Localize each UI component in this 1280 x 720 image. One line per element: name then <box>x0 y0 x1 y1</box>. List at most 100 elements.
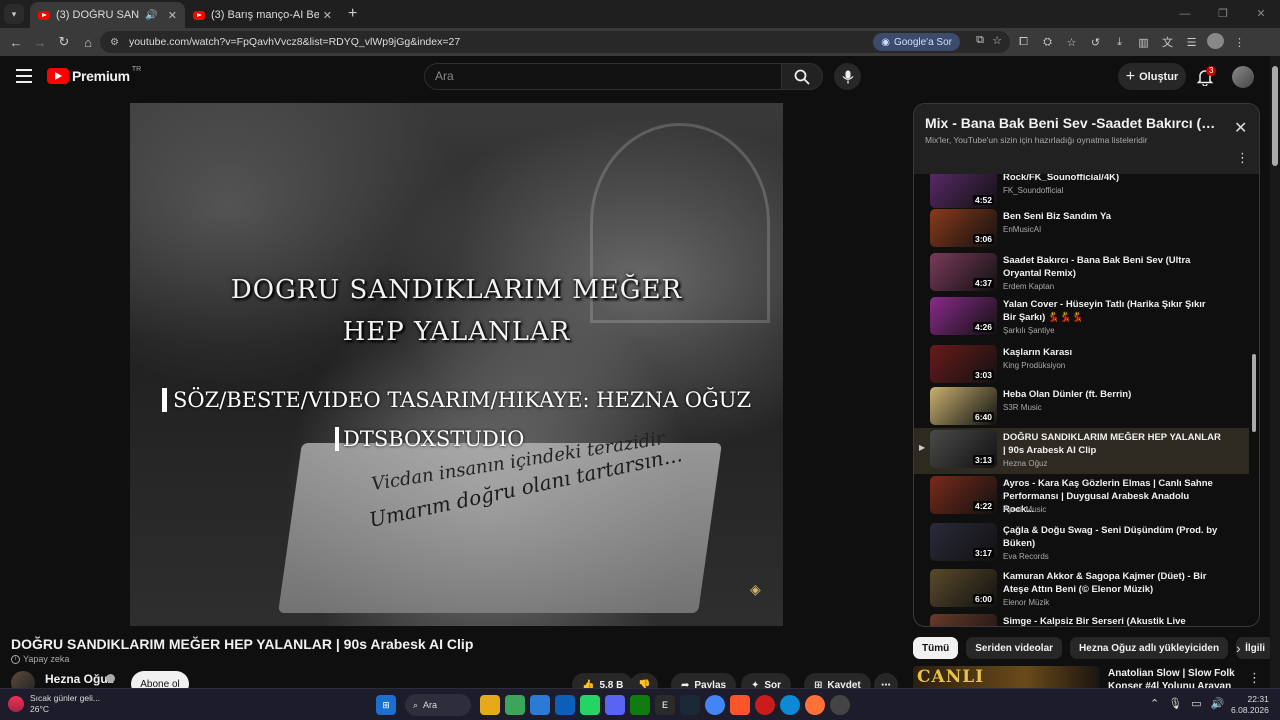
store-icon[interactable] <box>530 695 550 715</box>
epic-games-icon[interactable]: E <box>655 695 675 715</box>
forward-icon[interactable]: → <box>28 35 52 50</box>
outlook-icon[interactable] <box>555 695 575 715</box>
chip-series[interactable]: Seriden videolar <box>966 637 1063 659</box>
close-tab-icon[interactable]: ✕ <box>168 9 177 22</box>
window-controls: — ❐ ✕ <box>1166 0 1280 28</box>
network-icon[interactable]: ▭ <box>1191 697 1201 710</box>
search-input[interactable] <box>435 69 755 83</box>
new-tab-icon[interactable]: + <box>348 5 357 23</box>
ai-label[interactable]: i Yapay zeka <box>11 654 69 664</box>
playlist-item-title: Çağla & Doğu Swag - Seni Düşündüm (Prod.… <box>1003 525 1218 549</box>
playlist-item[interactable]: 4:22 Ayros - Kara Kaş Gözlerin Elmas | Ca… <box>914 474 1249 518</box>
trash-icon[interactable]: ▥ <box>1135 36 1152 49</box>
voice-search-button[interactable] <box>834 63 861 90</box>
duration-badge: 3:17 <box>972 548 994 558</box>
history-icon[interactable]: ↺ <box>1087 36 1104 49</box>
settings-icon[interactable] <box>830 695 850 715</box>
playlist-item[interactable]: 3:06 Ben Seni Biz Sandım Ya EnMusicAI <box>914 207 1249 251</box>
clock-time: 22:31 <box>1247 694 1269 704</box>
chrome-icon[interactable] <box>705 695 725 715</box>
close-window-icon[interactable]: ✕ <box>1242 0 1280 28</box>
brave-icon[interactable] <box>730 695 750 715</box>
restore-icon[interactable]: ❐ <box>1204 0 1242 28</box>
chip-all[interactable]: Tümü <box>913 637 959 659</box>
playlist-item[interactable]: 6:00 Kamuran Akkor & Sagopa Kajmer (Düet)… <box>914 567 1249 611</box>
playlist-item[interactable]: ▶ 3:13 DOĞRU SANDIKLARIM MEĞER HEP YALANLA… <box>914 428 1249 474</box>
back-icon[interactable]: ← <box>4 35 28 50</box>
widgets-icon[interactable] <box>505 695 525 715</box>
plus-icon: + <box>1125 67 1136 85</box>
playlist-item-channel: EnMusicAI <box>1003 225 1042 234</box>
account-avatar[interactable] <box>1232 66 1254 88</box>
duration-badge: 3:13 <box>972 455 994 465</box>
taskbar-search[interactable]: ⌕ Ara <box>405 694 471 716</box>
reload-icon[interactable]: ↻ <box>52 34 76 50</box>
windows-taskbar: Sıcak günler geli... 26°C ⊞ ⌕ Ara E ⌃ 🎙 ▭… <box>0 688 1280 720</box>
browser-tab-active[interactable]: (3) DOĞRU SANDIKLARIM M 🔊 ✕ <box>30 2 185 28</box>
opera-icon[interactable] <box>755 695 775 715</box>
close-tab-icon[interactable]: ✕ <box>323 9 332 22</box>
weather-widget[interactable]: Sıcak günler geli... 26°C <box>8 693 100 715</box>
create-label: Oluştur <box>1139 70 1179 83</box>
playlist-item[interactable]: 3:03 Kaşların Karası King Prodüksiyon <box>914 343 1249 387</box>
taskbar-clock[interactable]: 22:31 6.08.2026 <box>1231 694 1269 716</box>
firefox-icon[interactable] <box>805 695 825 715</box>
playlist-item-channel: Hezna Oğuz <box>1003 459 1048 468</box>
extensions-icon[interactable]: ⧠ <box>1015 36 1032 49</box>
page-scrollbar[interactable] <box>1270 56 1280 688</box>
chip-uploader[interactable]: Hezna Oğuz adlı yükleyiciden <box>1070 637 1229 659</box>
windows-start-icon[interactable]: ⊞ <box>376 695 396 715</box>
playlist-item-channel: Erdem Kaptan <box>1003 282 1055 291</box>
search-button[interactable] <box>781 63 823 90</box>
playlist-item[interactable]: 6:40 Heba Olan Dünler (ft. Berrin) S3R Mus… <box>914 385 1249 429</box>
translate-icon[interactable]: 文 <box>1159 34 1176 50</box>
edge-icon[interactable] <box>780 695 800 715</box>
speaker-icon[interactable]: 🔊 <box>145 10 157 21</box>
playlist-item[interactable]: 4:37 Saadet Bakırcı - Bana Bak Beni Sev (… <box>914 251 1249 295</box>
close-icon[interactable]: ✕ <box>1234 118 1247 138</box>
clock-date: 6.08.2026 <box>1231 705 1269 715</box>
channel-name[interactable]: Hezna Oğuz <box>45 672 114 686</box>
volume-icon[interactable]: 🔊 <box>1211 697 1225 710</box>
profile-avatar[interactable] <box>1207 32 1224 52</box>
playlist-item-title: Kaşların Karası <box>1003 347 1073 358</box>
tab-list-button[interactable]: ▾ <box>4 4 24 24</box>
site-info-icon[interactable]: ⚙ <box>110 37 119 48</box>
recommendation-more-icon[interactable]: ⋮ <box>1248 670 1261 686</box>
chip-related[interactable]: İlgili <box>1236 637 1275 659</box>
playlist-thumbnail: 6:40 <box>930 387 997 425</box>
cast-icon[interactable]: ⧉ <box>976 34 984 47</box>
home-icon[interactable]: ⌂ <box>76 35 100 50</box>
hamburger-menu-icon[interactable] <box>16 69 32 83</box>
video-player[interactable]: DOGRU SANDIKLARIM MEĞER HEP YALANLAR SÖZ… <box>130 103 783 626</box>
playlist-item[interactable]: 3:17 Çağla & Doğu Swag - Seni Düşündüm (P… <box>914 521 1249 565</box>
menu-dots-icon[interactable]: ⋮ <box>1231 36 1248 49</box>
playlist-item[interactable]: 4:26 Yalan Cover - Hüseyin Tatlı (Harika … <box>914 295 1249 339</box>
microphone-icon[interactable]: 🎙 <box>1168 697 1182 710</box>
address-bar[interactable]: ⚙ youtube.com/watch?v=FpQavhVvcz8&list=R… <box>100 31 1010 53</box>
youtube-logo[interactable]: Premium TR <box>47 66 141 84</box>
whatsapp-icon[interactable] <box>580 695 600 715</box>
bookmark-star-icon[interactable]: ☆ <box>992 34 1002 47</box>
xbox-icon[interactable] <box>630 695 650 715</box>
steam-icon[interactable] <box>680 695 700 715</box>
browser-tabbar: ▾ (3) DOĞRU SANDIKLARIM M 🔊 ✕ (3) Barış … <box>0 0 1280 28</box>
chevron-up-icon[interactable]: ⌃ <box>1150 697 1159 710</box>
playlist-item[interactable]: Simge - Kalpsiz Bir Serseri (Akustik Liv… <box>914 612 1249 626</box>
sidebar-toggle-icon[interactable]: ☰ <box>1183 36 1200 49</box>
minimize-icon[interactable]: — <box>1166 0 1204 28</box>
playlist-more-icon[interactable]: ⋮ <box>1236 150 1249 166</box>
playlist-title[interactable]: Mix - Bana Bak Beni Sev -Saadet Bakırcı … <box>925 115 1225 131</box>
recommendation-thumbnail[interactable]: CANLI PERFORMANS <box>913 666 1100 690</box>
create-button[interactable]: + Oluştur <box>1118 63 1186 90</box>
video-title: DOĞRU SANDIKLARIM MEĞER HEP YALANLAR | 9… <box>11 636 474 652</box>
file-explorer-icon[interactable] <box>480 695 500 715</box>
chevron-right-icon[interactable]: › <box>1236 640 1241 656</box>
favorites-icon[interactable]: ☆ <box>1063 36 1080 49</box>
playlist-scrollbar[interactable] <box>1252 354 1256 432</box>
browser-tab[interactable]: (3) Barış manço-AI Beni - YouTu ✕ <box>185 2 340 28</box>
discord-icon[interactable] <box>605 695 625 715</box>
downloads-icon[interactable]: ⤓ <box>1111 36 1128 49</box>
reading-icon[interactable]: ⛭ <box>1039 36 1056 49</box>
google-ask-button[interactable]: ◉ Google'a Sor <box>873 33 960 51</box>
